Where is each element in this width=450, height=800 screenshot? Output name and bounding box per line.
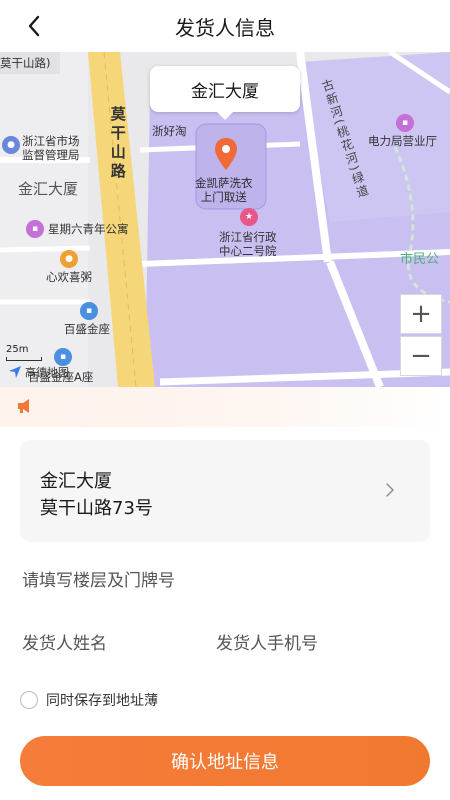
location-callout: 金汇大厦 [150,66,300,120]
navigation-arrow-icon [9,366,21,378]
notice-bar [0,387,450,427]
map-scale-label: 25m [6,344,29,355]
apartment-icon: ▪ [26,220,44,238]
map-label-zhejiang-market: 浙江省市场 监督管理局 [22,134,80,163]
map-label-jinkaisa: 金凯萨洗衣 上门取送 [195,176,253,205]
map-label-zhehaotao: 浙好淘 [152,124,187,138]
address-card[interactable]: 金汇大厦 莫干山路73号 [20,440,430,542]
map-scale-bar [6,357,42,361]
floor-door-input[interactable]: 请填写楼层及门牌号 [22,566,175,591]
confirm-address-button[interactable]: 确认地址信息 [20,736,430,786]
map-label-baisheng: 百盛金座 [64,322,110,336]
map-label-moganshan-top: 莫干山路) [0,56,51,70]
government-icon: ● [2,136,20,154]
admin-star-icon: ★ [240,208,258,226]
food-icon: ● [60,250,78,268]
zoom-out-button[interactable]: − [400,336,442,376]
page-title: 发货人信息 [175,16,275,40]
map-label-jinhui-building: 金汇大厦 [18,180,79,198]
header: 发货人信息 [0,0,450,52]
location-pin-icon [215,138,237,170]
chevron-right-icon [386,483,394,497]
map-label-zhejiang-admin: 浙江省行政 中心二号院 [219,230,277,259]
save-address-radio[interactable] [20,691,38,709]
save-address-label: 同时保存到地址薄 [46,693,158,709]
zoom-in-button[interactable]: + [400,294,442,334]
sender-phone-input[interactable]: 发货人手机号 [216,629,318,654]
map-label-xingqiliu: 星期六青年公寓 [48,222,129,236]
map-view[interactable]: 金汇大厦 莫干山路) 莫干山路 ● 浙江省市场 监督管理局 金汇大厦 浙好淘 金… [0,52,450,387]
map-label-xinhuan: 心欢喜粥 [46,270,92,284]
building-icon: ▪ [80,302,98,320]
map-label-power-bureau: 电力局营业厅 [368,134,437,148]
map-label-shiminggong: 市民公 [400,252,440,267]
save-address-option[interactable]: 同时保存到地址薄 [20,690,158,710]
power-bureau-icon: ▪ [396,114,414,132]
map-attribution-text: 高德地图 [25,366,69,379]
map-label-moganshan-road: 莫干山路 [108,106,127,182]
address-name: 金汇大厦 [40,471,112,492]
address-street: 莫干山路73号 [40,498,153,519]
map-attribution: 高德地图 [8,364,69,380]
sender-name-input[interactable]: 发货人姓名 [22,629,107,654]
megaphone-icon [18,399,29,413]
